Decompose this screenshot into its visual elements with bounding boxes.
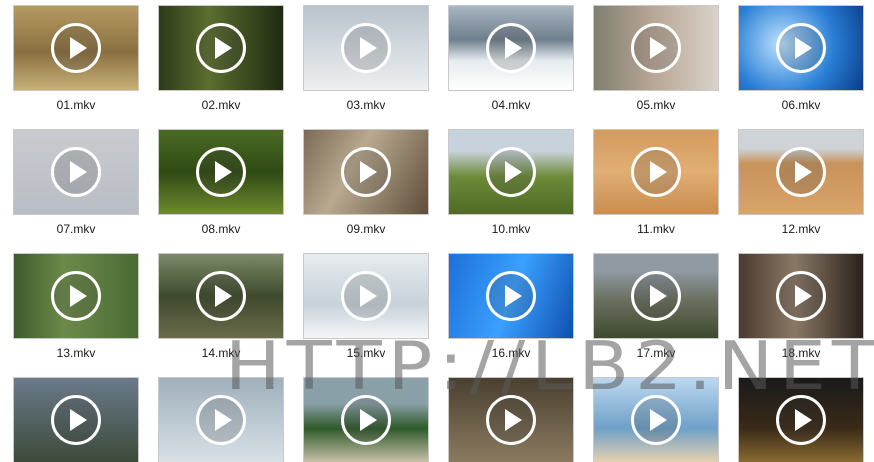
play-icon [51,147,101,197]
file-name-label: 05.mkv [636,98,676,112]
play-icon [486,147,536,197]
play-icon [196,395,246,445]
video-thumbnail[interactable] [304,378,428,462]
play-icon [776,147,826,197]
play-icon [51,395,101,445]
file-name-label: 03.mkv [346,98,386,112]
video-file-item[interactable] [594,378,718,462]
video-file-item[interactable]: 06.mkv [739,6,863,112]
video-thumbnail[interactable] [304,254,428,338]
video-file-item[interactable]: 03.mkv [304,6,428,112]
file-name-label: 16.mkv [491,346,531,360]
play-icon [341,271,391,321]
video-file-item[interactable]: 16.mkv [449,254,573,360]
video-thumbnail[interactable] [159,254,283,338]
video-file-item[interactable] [304,378,428,462]
video-thumbnail[interactable] [594,254,718,338]
file-name-label: 14.mkv [201,346,241,360]
play-icon [776,395,826,445]
play-icon [631,23,681,73]
video-file-item[interactable]: 02.mkv [159,6,283,112]
video-file-item[interactable] [159,378,283,462]
video-file-item[interactable]: 08.mkv [159,130,283,236]
video-thumbnail[interactable] [14,6,138,90]
video-thumbnail[interactable] [159,378,283,462]
play-icon [486,271,536,321]
video-file-item[interactable]: 18.mkv [739,254,863,360]
video-file-item[interactable] [739,378,863,462]
video-thumbnail[interactable] [594,6,718,90]
video-thumbnail[interactable] [304,6,428,90]
video-thumbnail[interactable] [304,130,428,214]
video-thumbnail[interactable] [594,130,718,214]
file-name-label: 10.mkv [491,222,531,236]
video-file-item[interactable]: 09.mkv [304,130,428,236]
file-name-label: 04.mkv [491,98,531,112]
video-file-item[interactable]: 15.mkv [304,254,428,360]
file-name-label: 07.mkv [56,222,96,236]
video-thumbnail[interactable] [159,130,283,214]
video-file-item[interactable] [449,378,573,462]
video-file-item[interactable] [14,378,138,462]
play-icon [486,395,536,445]
play-icon [196,147,246,197]
file-name-label: 06.mkv [781,98,821,112]
play-icon [341,23,391,73]
video-thumbnail[interactable] [449,254,573,338]
file-name-label: 01.mkv [56,98,96,112]
file-name-label: 18.mkv [781,346,821,360]
file-name-label: 13.mkv [56,346,96,360]
video-thumbnail[interactable] [594,378,718,462]
video-thumbnail[interactable] [14,130,138,214]
play-icon [341,395,391,445]
play-icon [196,271,246,321]
file-name-label: 09.mkv [346,222,386,236]
file-name-label: 02.mkv [201,98,241,112]
play-icon [631,147,681,197]
video-thumbnail[interactable] [449,6,573,90]
play-icon [341,147,391,197]
video-file-item[interactable]: 05.mkv [594,6,718,112]
video-thumbnail[interactable] [739,254,863,338]
file-name-label: 11.mkv [637,222,675,236]
video-file-item[interactable]: 14.mkv [159,254,283,360]
video-file-item[interactable]: 10.mkv [449,130,573,236]
play-icon [776,271,826,321]
video-thumbnail[interactable] [159,6,283,90]
video-file-item[interactable]: 04.mkv [449,6,573,112]
video-file-item[interactable]: 11.mkv [594,130,718,236]
video-thumbnail[interactable] [14,378,138,462]
play-icon [631,271,681,321]
file-name-label: 12.mkv [781,222,821,236]
video-file-item[interactable]: 01.mkv [14,6,138,112]
play-icon [51,271,101,321]
video-thumbnail[interactable] [739,6,863,90]
play-icon [776,23,826,73]
file-name-label: 15.mkv [346,346,386,360]
video-thumbnail[interactable] [14,254,138,338]
video-thumbnail[interactable] [739,378,863,462]
video-file-item[interactable]: 07.mkv [14,130,138,236]
video-file-item[interactable]: 17.mkv [594,254,718,360]
file-name-label: 17.mkv [636,346,676,360]
play-icon [51,23,101,73]
file-name-label: 08.mkv [201,222,241,236]
play-icon [486,23,536,73]
video-file-item[interactable]: 13.mkv [14,254,138,360]
play-icon [631,395,681,445]
play-icon [196,23,246,73]
video-thumbnail[interactable] [449,378,573,462]
file-grid: 01.mkv 02.mkv 03.mkv 04.mkv 05.mkv 06.mkv 07.m… [0,0,874,462]
video-thumbnail[interactable] [739,130,863,214]
video-file-item[interactable]: 12.mkv [739,130,863,236]
video-thumbnail[interactable] [449,130,573,214]
